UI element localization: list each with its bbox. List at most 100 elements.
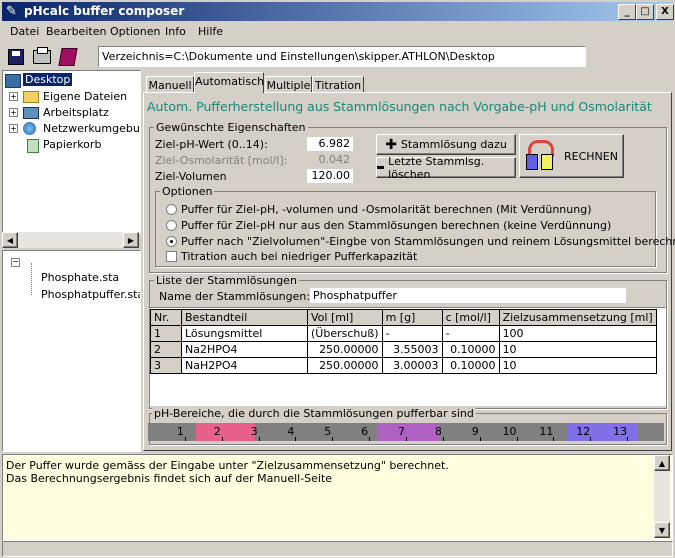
- delete-stock-button[interactable]: Letzte Stammlsg. löschen: [376, 155, 516, 181]
- cell-nr: 2: [150, 341, 182, 358]
- window-title: pHcalc buffer composer: [24, 4, 185, 18]
- flask-icon: [524, 138, 558, 174]
- ph-tick-mark: [221, 437, 223, 441]
- ph-field[interactable]: 6.982: [307, 137, 353, 151]
- ph-tick-mark: [553, 437, 555, 441]
- volume-label: Ziel-Volumen: [155, 170, 227, 183]
- cell-mass[interactable]: 3.55003: [381, 341, 443, 358]
- expand-icon[interactable]: +: [9, 124, 18, 133]
- col-header-mass[interactable]: m [g]: [381, 309, 443, 326]
- ph-tick-mark: [406, 437, 407, 441]
- col-header-bestandteil[interactable]: Bestandteil: [181, 309, 308, 326]
- cell-target[interactable]: 10: [498, 341, 657, 358]
- tree-item-netzwerkumgebung[interactable]: Netzwerkumgebung: [43, 122, 140, 135]
- radio-option-2[interactable]: [166, 220, 177, 231]
- cell-mass[interactable]: -: [381, 325, 443, 342]
- ph-tick-label: 2: [213, 425, 221, 438]
- tab-automatisch[interactable]: Automatisch: [194, 72, 264, 93]
- table-row[interactable]: 2 Na2HPO4 250.00000 3.55003 0.10000 10: [150, 341, 657, 358]
- ph-tick-label: 3: [250, 425, 258, 438]
- add-stock-button[interactable]: ✚ Stammlösung dazu: [376, 134, 516, 155]
- ph-tick-label: 9: [471, 425, 479, 438]
- ph-band-1: [195, 423, 255, 441]
- scroll-down-button[interactable]: ▼: [654, 522, 670, 538]
- tab-multiple[interactable]: Multiple: [265, 76, 312, 93]
- ph-tick-mark: [590, 437, 592, 441]
- titration-checkbox[interactable]: [166, 251, 177, 262]
- volume-field[interactable]: 120.00: [307, 169, 353, 183]
- menu-info[interactable]: Info: [165, 25, 186, 38]
- ph-tick-label: 6: [361, 425, 369, 438]
- table-row[interactable]: 1 Lösungsmittel (Überschuß) - - 100: [150, 325, 657, 342]
- computer-icon: [23, 107, 39, 119]
- menu-bearbeiten[interactable]: Bearbeiten: [46, 25, 106, 38]
- save-icon[interactable]: [8, 49, 24, 65]
- col-header-vol[interactable]: Vol [ml]: [307, 309, 383, 326]
- tab-titration[interactable]: Titration: [312, 76, 364, 93]
- stock-table-container: Nr. Bestandteil Vol [ml] m [g] c [mol/l]…: [149, 307, 666, 406]
- status-bar: [2, 541, 673, 557]
- plus-icon: ✚: [385, 136, 397, 153]
- stock-name-label: Name der Stammlösungen:: [159, 290, 311, 303]
- minimize-button[interactable]: _: [618, 4, 636, 20]
- cell-vol[interactable]: 250.00000: [307, 341, 383, 358]
- minus-icon: [377, 166, 385, 169]
- collapse-icon[interactable]: −: [11, 258, 20, 267]
- menu-hilfe[interactable]: Hilfe: [198, 25, 223, 38]
- scroll-right-button[interactable]: ▶: [123, 232, 139, 248]
- file-item-phosphate[interactable]: Phosphate.sta: [41, 271, 119, 284]
- file-item-phosphatpuffer[interactable]: Phosphatpuffer.sta: [41, 288, 140, 301]
- table-row[interactable]: 3 NaH2PO4 250.00000 3.00003 0.10000 10: [150, 357, 657, 374]
- print-icon[interactable]: [33, 47, 51, 64]
- ph-tick-label: 4: [287, 425, 295, 438]
- calculate-label: RECHNEN: [564, 149, 618, 163]
- cell-target[interactable]: 10: [498, 357, 657, 374]
- col-header-conc[interactable]: c [mol/l]: [441, 309, 500, 326]
- ph-label: Ziel-pH-Wert (0..14):: [155, 138, 268, 151]
- scroll-left-button[interactable]: ◀: [2, 232, 18, 248]
- cell-bestandteil[interactable]: Na2HPO4: [181, 341, 308, 358]
- tree-item-arbeitsplatz[interactable]: Arbeitsplatz: [43, 106, 109, 119]
- tree-hscrollbar[interactable]: ◀ ▶: [2, 232, 139, 248]
- message-line-1: Der Puffer wurde gemäss der Eingabe unte…: [6, 459, 449, 472]
- calculate-button[interactable]: RECHNEN: [519, 134, 624, 178]
- cell-conc[interactable]: -: [441, 325, 500, 342]
- cell-bestandteil[interactable]: NaH2PO4: [181, 357, 308, 374]
- close-button[interactable]: X: [656, 4, 674, 20]
- stock-name-field[interactable]: Phosphatpuffer: [310, 288, 626, 303]
- ph-tick-mark: [184, 437, 186, 441]
- cell-mass[interactable]: 3.00003: [381, 357, 443, 374]
- radio-option-3[interactable]: [166, 236, 177, 247]
- col-header-target[interactable]: Zielzusammensetzung [ml]: [498, 309, 657, 326]
- book-icon[interactable]: [58, 48, 78, 66]
- toolbar: Verzeichnis=C:\Dokumente und Einstellung…: [2, 42, 673, 72]
- message-area: Der Puffer wurde gemäss der Eingabe unte…: [2, 454, 673, 541]
- menu-datei[interactable]: Datei: [10, 25, 39, 38]
- titration-checkbox-label: Titration auch bei niedriger Pufferkapaz…: [181, 250, 418, 263]
- ph-tick-mark: [516, 437, 518, 441]
- cell-vol[interactable]: 250.00000: [307, 357, 383, 374]
- properties-group-title: Gewünschte Eigenschaften: [154, 121, 308, 134]
- maximize-button[interactable]: □: [636, 4, 654, 20]
- tab-manuell[interactable]: Manuell: [146, 76, 194, 93]
- scroll-up-button[interactable]: ▲: [654, 455, 670, 471]
- expand-icon[interactable]: +: [9, 92, 18, 101]
- osm-field[interactable]: 0.042: [307, 153, 353, 167]
- ph-tick-label: 5: [324, 425, 332, 438]
- tree-item-papierkorb[interactable]: Papierkorb: [43, 138, 101, 151]
- cell-conc[interactable]: 0.10000: [441, 357, 500, 374]
- message-vscrollbar[interactable]: ▲ ▼: [654, 455, 670, 538]
- radio-option-1[interactable]: [166, 204, 177, 215]
- cell-bestandteil[interactable]: Lösungsmittel: [181, 325, 308, 342]
- tree-item-eigene-dateien[interactable]: Eigene Dateien: [43, 90, 127, 103]
- cell-vol[interactable]: (Überschuß): [307, 325, 383, 342]
- tree-root-desktop[interactable]: Desktop: [23, 73, 73, 86]
- menu-optionen[interactable]: Optionen: [110, 25, 160, 38]
- col-header-nr[interactable]: Nr.: [150, 309, 182, 326]
- path-field: Verzeichnis=C:\Dokumente und Einstellung…: [98, 46, 586, 67]
- menu-bar: Datei Bearbeiten Optionen Info Hilfe: [2, 22, 673, 41]
- expand-icon[interactable]: +: [9, 108, 18, 117]
- cell-conc[interactable]: 0.10000: [441, 341, 500, 358]
- ph-tick-mark: [479, 437, 481, 441]
- cell-target[interactable]: 100: [498, 325, 657, 342]
